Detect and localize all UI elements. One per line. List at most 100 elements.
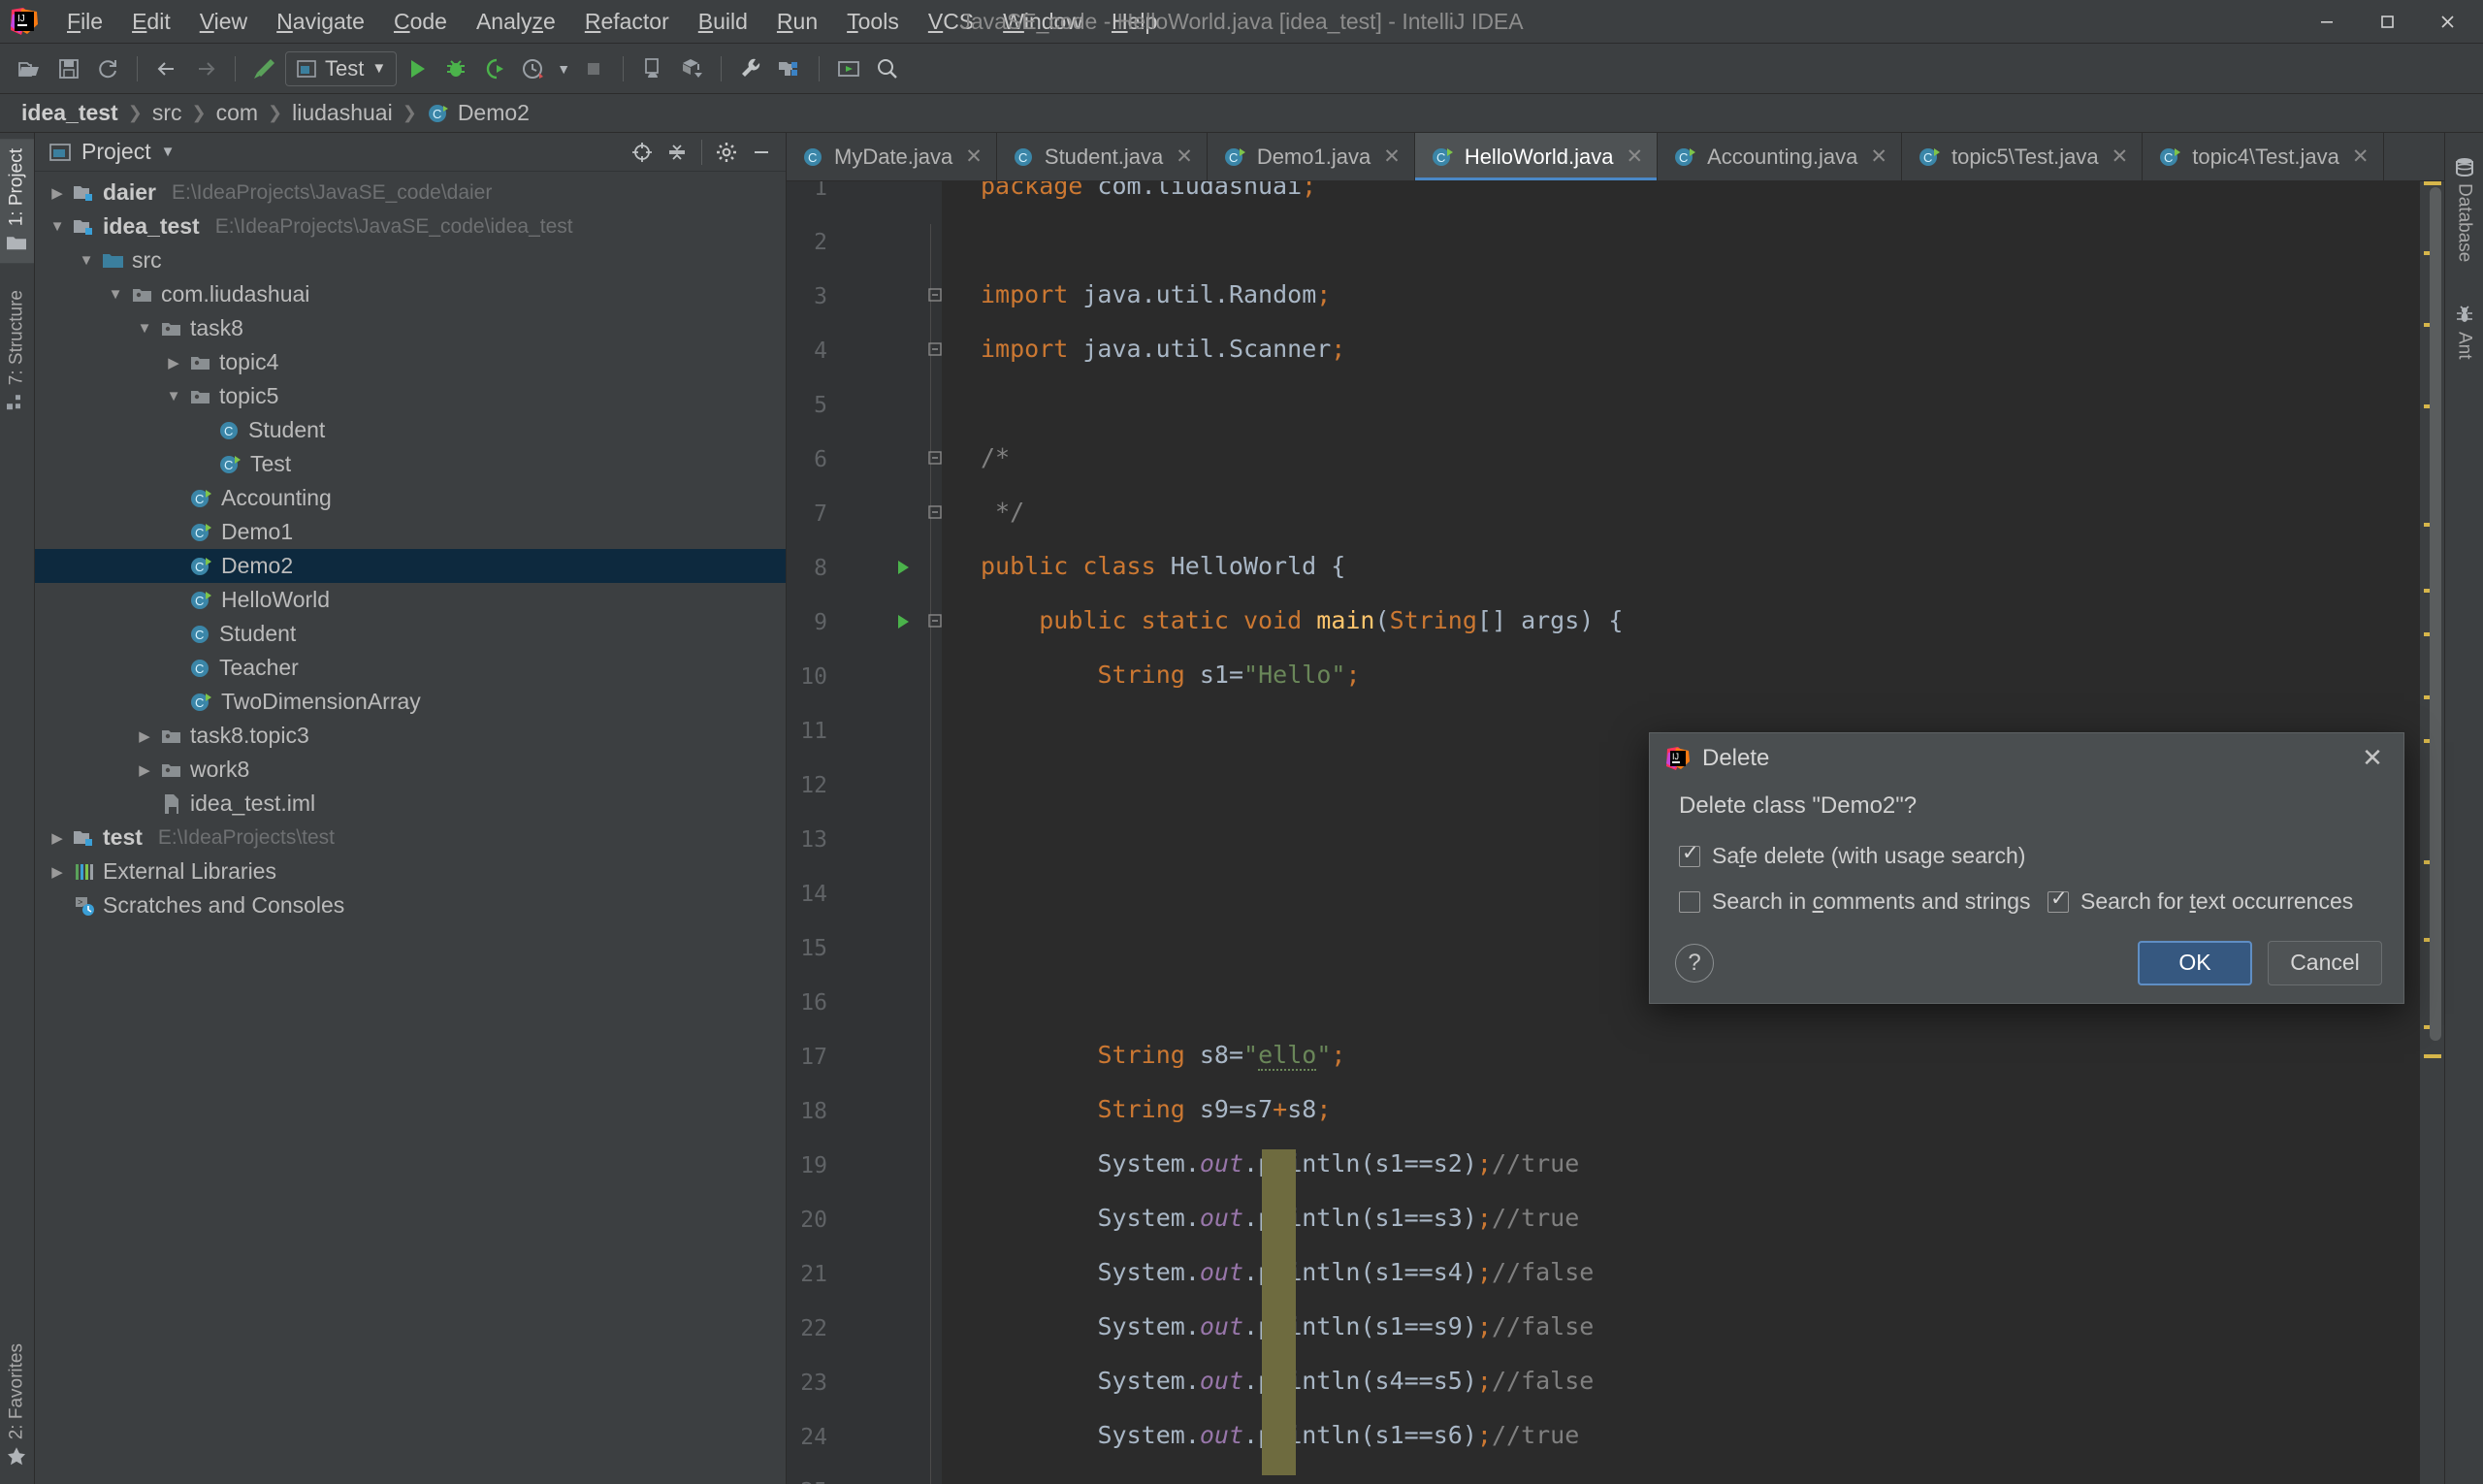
tree-node-accounting[interactable]: C Accounting: [35, 481, 786, 515]
tree-node-topic5[interactable]: ▼ topic5: [35, 379, 786, 413]
build-hammer-icon[interactable]: [246, 50, 283, 87]
tree-node-student[interactable]: C Student: [35, 413, 786, 447]
java-class-runnable-icon: C: [189, 555, 214, 578]
tree-node-test[interactable]: C Test: [35, 447, 786, 481]
chevron-down-icon[interactable]: ▼: [107, 286, 124, 303]
menu-item-code[interactable]: Code: [379, 5, 462, 39]
breadcrumb-item-com[interactable]: com: [210, 98, 264, 128]
menu-item-window[interactable]: Window: [988, 5, 1097, 39]
menu-item-vcs[interactable]: VCS: [914, 5, 988, 39]
sidebar-item-favorites[interactable]: 2: Favorites: [0, 1334, 34, 1476]
chevron-down-icon[interactable]: ▼: [78, 252, 95, 269]
tree-node-task8[interactable]: ▼ task8: [35, 311, 786, 345]
sync-icon[interactable]: [89, 50, 126, 87]
chevron-down-icon[interactable]: ▼: [165, 388, 182, 404]
menu-item-edit[interactable]: Edit: [117, 5, 185, 39]
tree-node-test[interactable]: ▶ test E:\IdeaProjects\test: [35, 821, 786, 855]
locate-icon[interactable]: [628, 138, 657, 167]
sidebar-item-project[interactable]: 1: Project: [0, 139, 34, 264]
java-class-runnable-icon: C: [189, 521, 214, 544]
menu-item-navigate[interactable]: Navigate: [262, 5, 379, 39]
chevron-right-icon[interactable]: ▶: [136, 727, 153, 745]
project-structure-icon[interactable]: [771, 50, 808, 87]
sdk-download-icon[interactable]: [673, 50, 710, 87]
checkbox-search-in-comments[interactable]: Search in comments and strings: [1679, 888, 2048, 915]
save-all-icon[interactable]: [50, 50, 87, 87]
svg-text:C: C: [195, 628, 204, 642]
menu-item-analyze[interactable]: Analyze: [462, 5, 570, 39]
checkbox-safe-delete[interactable]: Safe delete (with usage search): [1679, 841, 2025, 869]
run-configuration-selector[interactable]: Test ▼: [285, 50, 398, 86]
tree-node-path: E:\IdeaProjects\JavaSE_code\daier: [171, 180, 493, 204]
menu-item-help[interactable]: Help: [1097, 5, 1172, 39]
menu-item-file[interactable]: FFileile: [52, 5, 117, 39]
chevron-right-icon[interactable]: ▶: [165, 354, 182, 371]
chevron-down-icon[interactable]: ▼: [48, 218, 66, 235]
breadcrumb-item-src[interactable]: src: [146, 98, 188, 128]
profiler-icon[interactable]: [515, 50, 552, 87]
chevron-right-icon[interactable]: ▶: [48, 829, 66, 847]
tree-node-daier[interactable]: ▶ daier E:\IdeaProjects\JavaSE_code\daier: [35, 176, 786, 210]
breadcrumb-item-idea_test[interactable]: idea_test: [16, 98, 124, 128]
cancel-button[interactable]: Cancel: [2268, 940, 2382, 985]
tree-node-helloworld[interactable]: C HelloWorld: [35, 583, 786, 617]
menu-item-refactor[interactable]: Refactor: [570, 5, 684, 39]
tree-node-twodimensionarray[interactable]: C TwoDimensionArray: [35, 685, 786, 719]
search-everywhere-icon[interactable]: [869, 50, 906, 87]
chevron-down-icon[interactable]: ▼: [554, 50, 573, 87]
chevron-right-icon[interactable]: ▶: [48, 863, 66, 881]
sidebar-item-ant[interactable]: Ant: [2454, 295, 2475, 370]
forward-arrow-icon[interactable]: [187, 50, 224, 87]
tree-node-demo2[interactable]: C Demo2: [35, 549, 786, 583]
collapse-all-icon[interactable]: [662, 138, 692, 167]
tree-node-scratches-and-consoles[interactable]: >_ Scratches and Consoles: [35, 888, 786, 922]
chevron-right-icon[interactable]: ▶: [136, 761, 153, 779]
tree-node-topic4[interactable]: ▶ topic4: [35, 345, 786, 379]
debug-icon[interactable]: [437, 50, 474, 87]
avd-manager-icon[interactable]: [634, 50, 671, 87]
run-with-coverage-icon[interactable]: [476, 50, 513, 87]
tree-node-external-libraries[interactable]: ▶ External Libraries: [35, 855, 786, 888]
checkbox-search-text-occurrences[interactable]: Search for text occurrences: [2048, 887, 2354, 915]
tree-node-work8[interactable]: ▶ work8: [35, 753, 786, 787]
menu-item-run[interactable]: Run: [762, 5, 832, 39]
ok-button[interactable]: OK: [2138, 940, 2252, 985]
sidebar-item-database[interactable]: Database: [2454, 146, 2475, 272]
hide-icon[interactable]: [747, 138, 776, 167]
settings-gear-icon[interactable]: [712, 138, 741, 167]
maximize-button[interactable]: [2357, 0, 2417, 43]
settings-wrench-icon[interactable]: [732, 50, 769, 87]
breadcrumb-item-demo2[interactable]: C Demo2: [421, 98, 535, 128]
project-tree[interactable]: ▶ daier E:\IdeaProjects\JavaSE_code\daier ▼…: [35, 172, 786, 1484]
checkbox-label: Search for text occurrences: [2080, 888, 2354, 915]
open-folder-icon[interactable]: [12, 50, 48, 87]
help-button[interactable]: ?: [1675, 943, 1714, 983]
tree-node-idea-test-iml[interactable]: idea_test.iml: [35, 787, 786, 821]
tree-node-teacher[interactable]: C Teacher: [35, 651, 786, 685]
toolbar-separator: [235, 55, 236, 81]
tree-node-task8-topic3[interactable]: ▶ task8.topic3: [35, 719, 786, 753]
tree-node-idea-test[interactable]: ▼ idea_test E:\IdeaProjects\JavaSE_code\id…: [35, 210, 786, 243]
chevron-right-icon[interactable]: ▶: [48, 184, 66, 202]
select-in-icon[interactable]: [830, 50, 867, 87]
chevron-down-icon[interactable]: ▼: [161, 144, 176, 160]
tree-node-com-liudashuai[interactable]: ▼ com.liudashuai: [35, 277, 786, 311]
tree-node-label: Demo2: [221, 553, 294, 578]
dialog-close-icon[interactable]: ✕: [2353, 739, 2392, 778]
back-arrow-icon[interactable]: [148, 50, 185, 87]
menu-item-view[interactable]: View: [185, 5, 262, 39]
tree-node-student[interactable]: C Student: [35, 617, 786, 651]
tree-node-demo1[interactable]: C Demo1: [35, 515, 786, 549]
sidebar-item-structure[interactable]: 7: Structure: [0, 280, 34, 422]
close-button[interactable]: [2417, 0, 2477, 43]
menu-item-tools[interactable]: Tools: [832, 5, 914, 39]
menu-item-build[interactable]: Build: [684, 5, 762, 39]
minimize-button[interactable]: [2297, 0, 2357, 43]
run-icon[interactable]: [399, 50, 435, 87]
tree-node-src[interactable]: ▼ src: [35, 243, 786, 277]
tree-node-label: com.liudashuai: [161, 281, 310, 306]
stop-icon[interactable]: [575, 50, 612, 87]
checkbox-box: [1679, 841, 1700, 867]
breadcrumb-item-liudashuai[interactable]: liudashuai: [286, 98, 399, 128]
chevron-down-icon[interactable]: ▼: [136, 320, 153, 337]
